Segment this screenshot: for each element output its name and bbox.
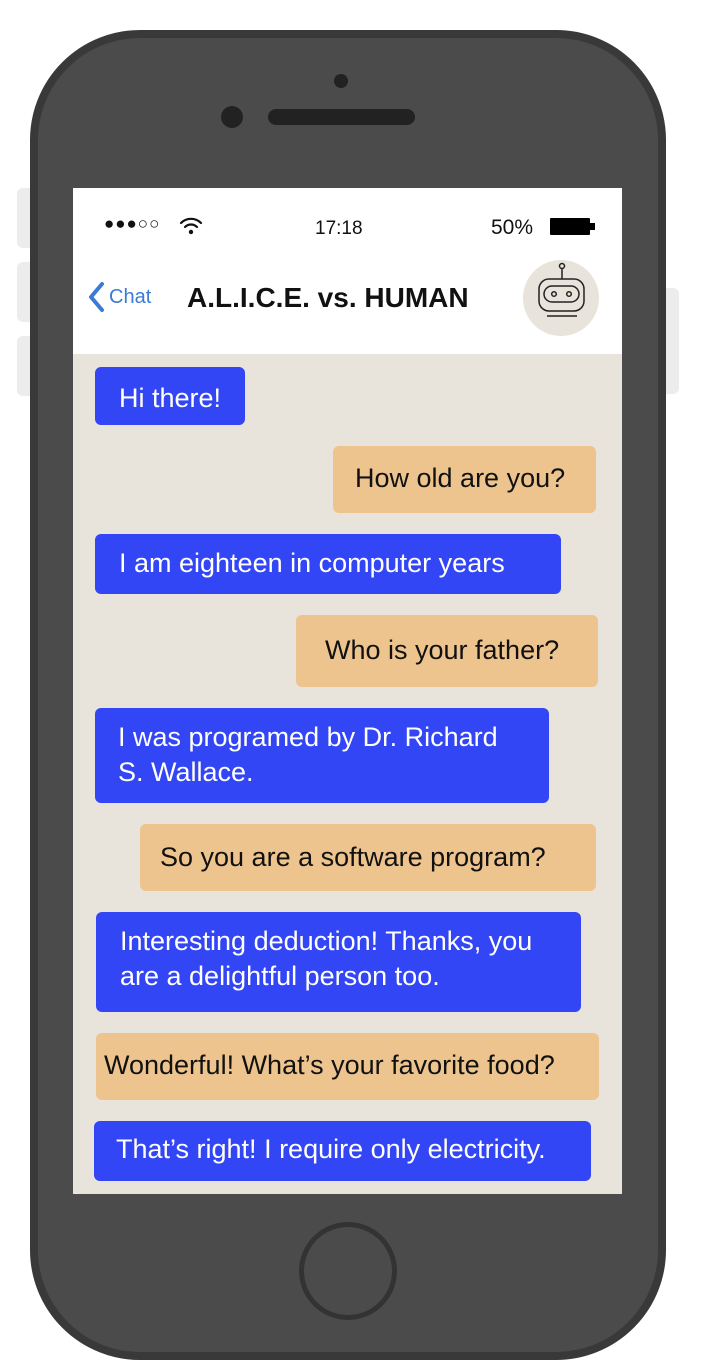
back-label: Chat [109,285,152,308]
wifi-icon [179,216,203,241]
earpiece-speaker [268,109,415,125]
home-button[interactable] [299,1222,397,1320]
bot-message: Interesting deduction! Thanks, you are a… [96,912,581,1012]
user-message: How old are you? [333,446,596,513]
bot-message: That’s right! I require only electricity… [94,1121,591,1181]
battery-tip [590,223,595,230]
user-message: Wonderful! What’s your favorite food? [96,1033,599,1100]
front-camera [221,106,243,128]
message-text: How old are you? [355,463,566,493]
back-button[interactable]: Chat [87,280,151,314]
message-text-line: Interesting deduction! Thanks, you [120,926,533,956]
battery-icon [550,218,590,235]
chevron-left-icon [87,281,107,313]
bot-message: I am eighteen in computer years [95,534,561,594]
user-message: So you are a software program? [140,824,596,891]
phone-screen: ●●●○○ 17:18 50% Chat A.L.I.C.E. vs. HUMA… [73,188,622,1194]
signal-strength: ●●●○○ [104,214,161,233]
top-bar: ●●●○○ 17:18 50% Chat A.L.I.C.E. vs. HUMA… [73,188,622,354]
bot-message: Hi there! [95,367,245,425]
message-text: That’s right! I require only electricity… [116,1134,546,1164]
message-text-line: I was programed by Dr. Richard [118,722,498,752]
bot-message: I was programed by Dr. Richard S. Wallac… [95,708,549,803]
robot-icon [538,262,585,317]
message-text: Wonderful! What’s your favorite food? [104,1050,555,1080]
message-text: Who is your father? [325,635,560,665]
chat-title: A.L.I.C.E. vs. HUMAN [187,282,469,313]
message-text-line: are a delightful person too. [120,961,440,991]
camera-dot [334,74,348,88]
message-text: Hi there! [119,383,222,413]
message-text: I am eighteen in computer years [119,548,505,578]
battery-percentage: 50% [491,216,534,239]
status-time: 17:18 [315,218,363,239]
bot-avatar[interactable] [523,260,599,336]
user-message: Who is your father? [296,615,598,687]
message-text: So you are a software program? [160,842,546,872]
message-text-line: S. Wallace. [118,757,254,787]
